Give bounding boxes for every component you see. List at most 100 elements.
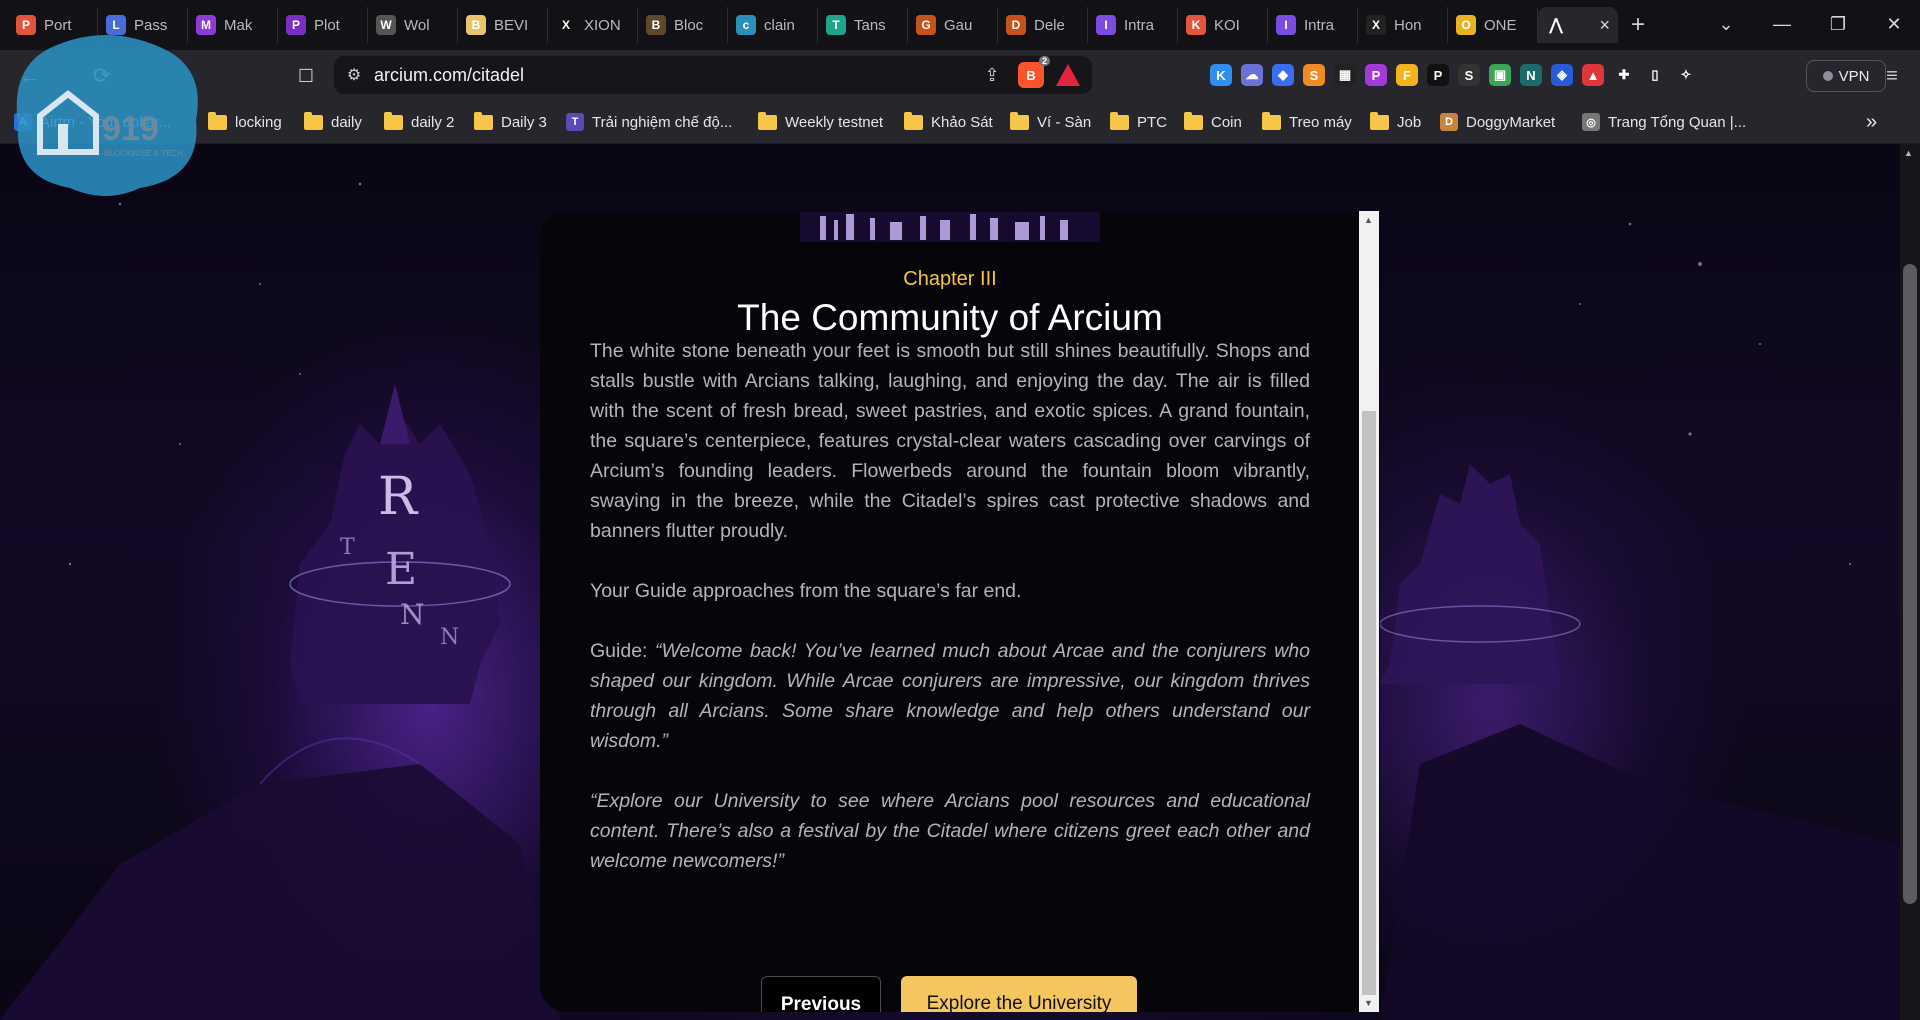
story-card-scroll-thumb[interactable]	[1362, 411, 1376, 995]
bookmark-link[interactable]: T Trải nghiệm chế độ...	[566, 110, 732, 134]
site-favicon-icon: A	[14, 113, 32, 131]
reload-button[interactable]: ⟳	[84, 58, 120, 94]
previous-button[interactable]: Previous	[761, 976, 881, 1012]
bookmark-folder[interactable]: daily 2	[384, 110, 454, 134]
tab-item[interactable]: X XION	[548, 7, 638, 43]
share-icon[interactable]: ⇪	[972, 65, 1012, 86]
lock-extension-icon[interactable]: ▲	[1582, 64, 1604, 86]
back-button[interactable]: ←	[12, 58, 48, 94]
menu-icon[interactable]: ≡	[1874, 58, 1910, 94]
bookmark-label: Trải nghiệm chế độ...	[592, 113, 733, 131]
home-tab-icon: X	[1366, 15, 1386, 35]
one-tab-icon: O	[1456, 15, 1476, 35]
bookmark-folder[interactable]: Coin	[1184, 110, 1242, 134]
p-square-extension-icon[interactable]: P	[1427, 64, 1449, 86]
restore-button[interactable]: ❐	[1810, 0, 1866, 48]
page-scroll-up-icon[interactable]: ▲	[1904, 148, 1913, 158]
n-extension-icon[interactable]: N	[1520, 64, 1542, 86]
story-text: The white stone beneath your feet is smo…	[590, 336, 1310, 906]
tab-item[interactable]: P Port	[8, 7, 98, 43]
page-scroll-thumb[interactable]	[1903, 264, 1917, 904]
tab-label: Dele	[1034, 16, 1065, 34]
vpn-status-icon	[1822, 71, 1833, 81]
bookmarks-bar: A Airtm - Your dollar... locking daily daily…	[0, 100, 1920, 144]
folder-icon	[1010, 111, 1029, 130]
folder-icon	[384, 111, 403, 130]
puzzle-extension-icon[interactable]: ✚	[1613, 64, 1635, 86]
bookmark-folder[interactable]: Job	[1370, 110, 1421, 134]
tab-search-button[interactable]: ⌄	[1698, 0, 1754, 48]
bookmark-link[interactable]: A Airtm - Your dollar...	[14, 110, 171, 134]
tab-arcium-active[interactable]: ⋀ ×	[1538, 7, 1618, 43]
tab-item[interactable]: G Gau	[908, 7, 998, 43]
bookmark-page-button[interactable]: ☐	[288, 58, 324, 94]
bookmark-folder[interactable]: Daily 3	[474, 110, 547, 134]
scroll-down-arrow-icon[interactable]: ▼	[1364, 998, 1373, 1008]
tab-item[interactable]: K KOI	[1178, 7, 1268, 43]
cloud-extension-icon[interactable]: ☁	[1241, 64, 1263, 86]
tab-item[interactable]: B BEVI	[458, 7, 548, 43]
s-extension-icon[interactable]: S	[1303, 64, 1325, 86]
bookmark-folder[interactable]: locking	[208, 110, 282, 134]
page-scrollbar[interactable]: ▲	[1900, 144, 1920, 1020]
k-extension-icon[interactable]: K	[1210, 64, 1232, 86]
tab-item[interactable]: I Intra	[1088, 7, 1178, 43]
story-card-scrollbar[interactable]: ▲ ▼	[1359, 211, 1379, 1012]
address-bar[interactable]: ⚙ arcium.com/citadel ⇪ B2	[334, 56, 1092, 94]
tab-item[interactable]: I Intra	[1268, 7, 1358, 43]
bookmark-label: DoggyMarket	[1466, 113, 1556, 131]
folder-icon	[1184, 111, 1203, 130]
page-title: The Community of Arcium	[737, 297, 1163, 338]
tab-item[interactable]: c clain	[728, 7, 818, 43]
flag-extension-icon[interactable]: F	[1396, 64, 1418, 86]
green-square-extension-icon[interactable]: ▣	[1489, 64, 1511, 86]
bookmarks-more-icon[interactable]: »	[1866, 110, 1877, 134]
bookmark-label: Weekly testnet	[785, 113, 884, 131]
close-window-button[interactable]: ✕	[1866, 0, 1920, 48]
tab-item[interactable]: T Tans	[818, 7, 908, 43]
scroll-up-arrow-icon[interactable]: ▲	[1364, 215, 1373, 225]
explore-university-button[interactable]: Explore the University	[901, 976, 1137, 1012]
p-circle-extension-icon[interactable]: P	[1365, 64, 1387, 86]
tab-close-icon[interactable]: ×	[1599, 15, 1610, 36]
brave-rewards-icon[interactable]	[1056, 64, 1080, 86]
story-card: Chapter III The Community of Arcium The …	[540, 212, 1380, 1012]
site-settings-icon[interactable]: ⚙	[334, 65, 374, 85]
tab-label: Gau	[944, 16, 973, 34]
svg-text:N: N	[440, 625, 459, 650]
s-square-extension-icon[interactable]: S	[1458, 64, 1480, 86]
brave-shields-icon[interactable]: B2	[1018, 56, 1050, 88]
tab-item[interactable]: D Dele	[998, 7, 1088, 43]
tab-label: ONE	[1484, 16, 1517, 34]
tab-label: Intra	[1124, 16, 1155, 34]
new-tab-button[interactable]: +	[1618, 11, 1658, 39]
bookmark-folder[interactable]: PTC	[1110, 110, 1167, 134]
shield-extension-icon[interactable]: ◈	[1551, 64, 1573, 86]
grid-extension-icon[interactable]: ▦	[1334, 64, 1356, 86]
tab-item[interactable]: X Hon	[1358, 7, 1448, 43]
bookmark-folder[interactable]: Khảo Sát	[904, 110, 993, 134]
svg-text:T: T	[340, 535, 355, 560]
minimize-button[interactable]: —	[1754, 0, 1810, 48]
bookmark-label: Treo máy	[1289, 113, 1352, 131]
leo-ai-icon[interactable]: ✧	[1675, 64, 1697, 86]
tab-item[interactable]: M Mak	[188, 7, 278, 43]
tab-item[interactable]: B Bloc	[638, 7, 728, 43]
url-text[interactable]: arcium.com/citadel	[374, 65, 972, 86]
sidebar-toggle-icon[interactable]: ▯	[1644, 64, 1666, 86]
folder-icon	[1110, 111, 1129, 130]
claim-tab-icon: c	[736, 15, 756, 35]
bookmark-folder[interactable]: daily	[304, 110, 362, 134]
tab-item[interactable]: P Plot	[278, 7, 368, 43]
diamond-extension-icon[interactable]: ◆	[1272, 64, 1294, 86]
bookmark-link[interactable]: D DoggyMarket	[1440, 110, 1555, 134]
tab-item[interactable]: W Wol	[368, 7, 458, 43]
bookmark-label: Daily 3	[501, 113, 547, 131]
bookmark-link[interactable]: ◎ Trang Tổng Quan |...	[1582, 110, 1746, 134]
tab-item[interactable]: O ONE	[1448, 7, 1538, 43]
bookmark-folder[interactable]: Weekly testnet	[758, 110, 883, 134]
bookmark-folder[interactable]: Ví - Sàn	[1010, 110, 1091, 134]
bookmark-folder[interactable]: Treo máy	[1262, 110, 1352, 134]
tab-item[interactable]: L Pass	[98, 7, 188, 43]
right-castle-illustration	[1379, 464, 1900, 1020]
